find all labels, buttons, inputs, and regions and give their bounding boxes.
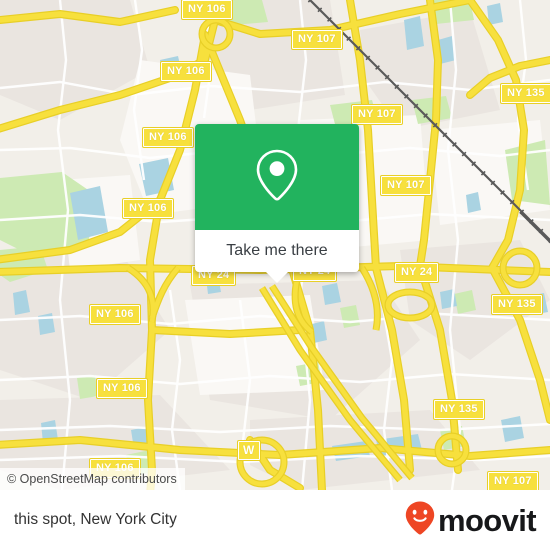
moovit-pin-smile-icon (404, 500, 436, 541)
take-me-there-button[interactable]: Take me there (195, 230, 359, 283)
moovit-map-screenshot: NY 106 NY 107 NY 106 NY 107 NY 135 NY 106 NY 1… (0, 0, 550, 550)
road-shield: NY 106 (182, 0, 232, 19)
place-title: this spot, New York City (14, 511, 177, 528)
popup-header (195, 124, 359, 230)
road-shield: NY 107 (488, 472, 538, 490)
road-shield: NY 106 (97, 379, 147, 398)
map-canvas[interactable]: NY 106 NY 107 NY 106 NY 107 NY 135 NY 106 NY 1… (0, 0, 550, 490)
footer-bar: this spot, New York City moovit (0, 490, 550, 550)
road-shield: NY 135 (492, 295, 542, 314)
road-shield: NY 135 (434, 400, 484, 419)
popup-pointer-tail (266, 272, 288, 283)
location-popup-card[interactable]: Take me there (195, 124, 359, 283)
take-me-there-label: Take me there (226, 242, 328, 259)
road-shield: NY 107 (292, 30, 342, 49)
road-shield: NY 107 (352, 105, 402, 124)
road-shield: NY 106 (90, 305, 140, 324)
map-attribution[interactable]: © OpenStreetMap contributors (0, 468, 185, 490)
road-shield: NY 106 (161, 62, 211, 81)
road-shield: NY 106 (143, 128, 193, 147)
location-pin-icon (254, 147, 300, 208)
moovit-wordmark: moovit (437, 502, 537, 538)
moovit-logo[interactable]: moovit (404, 500, 537, 541)
road-shield: NY 135 (501, 84, 550, 103)
road-shield: NY 24 (395, 263, 439, 282)
road-shield: NY 107 (381, 176, 431, 195)
road-shield: NY 106 (123, 199, 173, 218)
road-shield: W (238, 441, 260, 460)
